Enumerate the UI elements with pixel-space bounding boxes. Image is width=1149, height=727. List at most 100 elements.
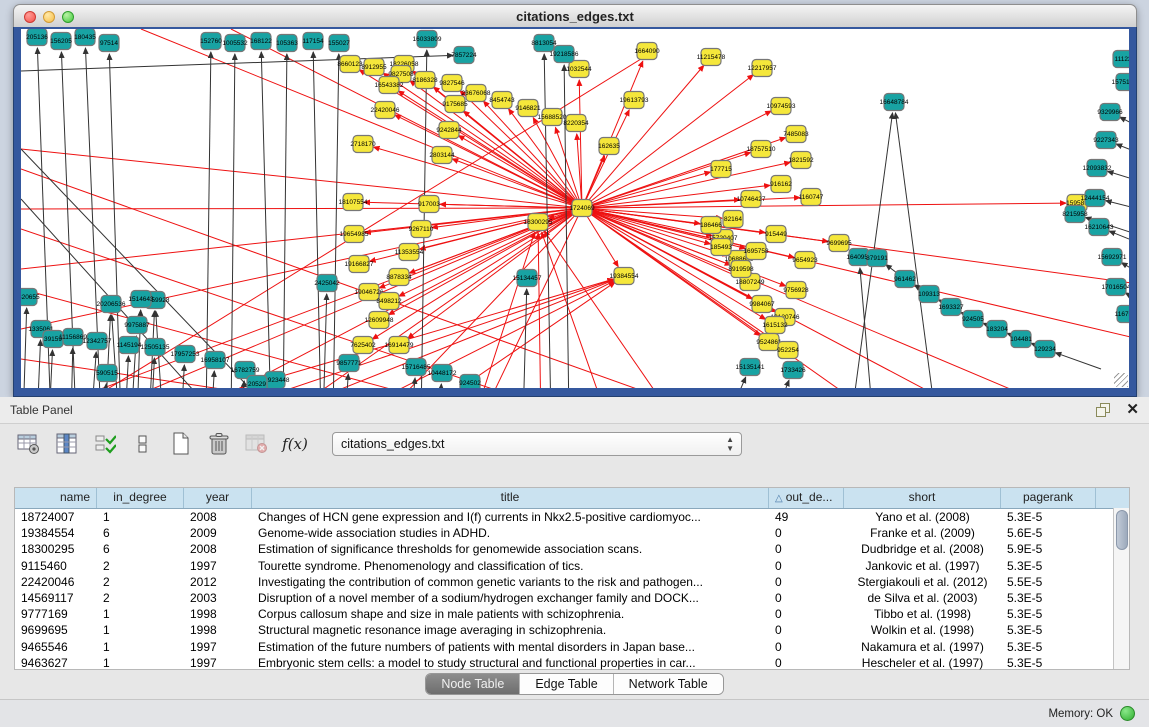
- table-row[interactable]: 1456911722003Disruption of a novel membe…: [15, 590, 1129, 606]
- column-header-out_de[interactable]: △out_de...: [769, 488, 844, 508]
- network-node-teal[interactable]: 15134457: [513, 270, 542, 287]
- network-node-yellow[interactable]: 8919598: [728, 261, 754, 278]
- citation-edge-red[interactable]: [582, 61, 643, 208]
- table-row[interactable]: 1830029562008Estimation of significance …: [15, 541, 1129, 557]
- network-node-teal[interactable]: 129234: [1034, 341, 1056, 358]
- table-cell[interactable]: 0: [769, 606, 844, 622]
- network-node-yellow[interactable]: 8454743: [489, 92, 515, 109]
- citation-edge-black[interactable]: [1108, 171, 1129, 181]
- table-cell[interactable]: 2008: [184, 509, 252, 525]
- table-cell[interactable]: 18724007: [15, 509, 97, 525]
- network-node-teal[interactable]: 105363: [276, 35, 298, 52]
- network-node-yellow[interactable]: 1724069: [569, 200, 595, 217]
- network-node-yellow[interactable]: 916162: [770, 176, 792, 193]
- network-node-teal[interactable]: 879191: [866, 250, 888, 267]
- citation-edge-red[interactable]: [542, 232, 611, 388]
- table-cell[interactable]: 5.3E-5: [1001, 655, 1096, 671]
- table-cell[interactable]: 0: [769, 590, 844, 606]
- network-node-teal[interactable]: 15716485: [402, 359, 431, 376]
- network-node-teal[interactable]: 1167533: [1115, 306, 1129, 323]
- row-height-button[interactable]: [130, 431, 156, 457]
- network-node-teal[interactable]: 183204: [986, 321, 1008, 338]
- citation-edge-black[interactable]: [231, 54, 235, 388]
- table-cell[interactable]: Yano et al. (2008): [844, 509, 1001, 525]
- citation-edge-black[interactable]: [1120, 117, 1129, 127]
- network-node-yellow[interactable]: 8912955: [361, 59, 387, 76]
- table-cell[interactable]: 6: [97, 541, 184, 557]
- column-header-pagerank[interactable]: pagerank: [1001, 488, 1096, 508]
- create-column-button[interactable]: [168, 431, 194, 457]
- network-node-yellow[interactable]: 9699695: [826, 235, 852, 252]
- network-node-teal[interactable]: 16033809: [413, 31, 442, 48]
- network-node-teal[interactable]: 1733426: [780, 362, 806, 379]
- citation-edge-red[interactable]: [544, 231, 681, 388]
- table-cell[interactable]: 1: [97, 655, 184, 671]
- network-node-yellow[interactable]: 9242844: [436, 122, 462, 139]
- table-cell[interactable]: 19384554: [15, 525, 97, 541]
- network-node-teal[interactable]: 12444154: [1081, 190, 1110, 207]
- network-node-yellow[interactable]: 8498212: [376, 293, 402, 310]
- network-node-yellow[interactable]: 9175685: [442, 96, 468, 113]
- network-node-yellow[interactable]: 10974593: [767, 98, 796, 115]
- table-cell[interactable]: 2: [97, 558, 184, 574]
- citation-edge-black[interactable]: [125, 356, 128, 388]
- table-cell[interactable]: 5.3E-5: [1001, 590, 1096, 606]
- table-cell[interactable]: 2008: [184, 541, 252, 557]
- network-node-teal[interactable]: 7857224: [451, 47, 477, 64]
- network-node-yellow[interactable]: 9756928: [783, 282, 809, 299]
- citation-edge-black[interactable]: [323, 294, 327, 388]
- table-cell[interactable]: Tourette syndrome. Phenomenology and cla…: [252, 558, 769, 574]
- table-cell[interactable]: 6: [97, 525, 184, 541]
- table-cell[interactable]: 1997: [184, 558, 252, 574]
- network-node-teal[interactable]: 924502: [459, 375, 481, 389]
- table-cell[interactable]: 5.9E-5: [1001, 541, 1096, 557]
- table-row[interactable]: 946554611997Estimation of the future num…: [15, 639, 1129, 655]
- table-cell[interactable]: 9699695: [15, 622, 97, 638]
- network-node-yellow[interactable]: 7625402: [350, 337, 376, 354]
- table-cell[interactable]: 9777169: [15, 606, 97, 622]
- table-cell[interactable]: 5.3E-5: [1001, 558, 1096, 574]
- table-cell[interactable]: Franke et al. (2009): [844, 525, 1001, 541]
- table-cell[interactable]: 2012: [184, 574, 252, 590]
- network-node-teal[interactable]: 109313: [918, 286, 940, 303]
- network-node-yellow[interactable]: 18757510: [747, 141, 776, 158]
- table-cell[interactable]: 22420046: [15, 574, 97, 590]
- citation-edge-black[interactable]: [1116, 144, 1129, 153]
- network-node-teal[interactable]: 11123: [1113, 51, 1129, 68]
- citation-edge-red[interactable]: [21, 208, 582, 209]
- table-cell[interactable]: 9115460: [15, 558, 97, 574]
- table-cell[interactable]: de Silva et al. (2003): [844, 590, 1001, 606]
- float-panel-icon[interactable]: [1096, 403, 1112, 417]
- citation-edge-black[interactable]: [727, 377, 746, 388]
- network-node-teal[interactable]: 15751074: [1112, 74, 1129, 91]
- table-cell[interactable]: 5.3E-5: [1001, 622, 1096, 638]
- network-node-teal[interactable]: 12342757: [83, 333, 112, 350]
- table-cell[interactable]: Corpus callosum shape and size in male p…: [252, 606, 769, 622]
- network-node-yellow[interactable]: 915449: [765, 226, 787, 243]
- table-cell[interactable]: 0: [769, 574, 844, 590]
- table-cell[interactable]: Estimation of significance thresholds fo…: [252, 541, 769, 557]
- network-node-yellow[interactable]: 11353554: [395, 244, 424, 261]
- network-node-yellow[interactable]: 162635: [598, 138, 620, 155]
- network-node-yellow[interactable]: 1821592: [788, 152, 814, 169]
- column-header-in_degree[interactable]: in_degree: [97, 488, 184, 508]
- network-node-teal[interactable]: 155027: [328, 35, 350, 52]
- table-cell[interactable]: Wolkin et al. (1998): [844, 622, 1001, 638]
- table-row[interactable]: 1872400712008Changes of HCN gene express…: [15, 509, 1129, 525]
- network-node-yellow[interactable]: 19384554: [610, 268, 639, 285]
- network-node-yellow[interactable]: 7485083: [783, 126, 809, 143]
- table-cell[interactable]: 2: [97, 590, 184, 606]
- network-node-teal[interactable]: 8813054: [531, 35, 557, 52]
- network-node-teal[interactable]: 1693327: [938, 299, 964, 316]
- memory-status-indicator[interactable]: [1120, 706, 1135, 721]
- citation-edge-black[interactable]: [895, 113, 936, 388]
- network-node-teal[interactable]: 15135141: [736, 359, 765, 376]
- table-row[interactable]: 1938455462009Genome-wide association stu…: [15, 525, 1129, 541]
- table-cell[interactable]: Dudbridge et al. (2008): [844, 541, 1001, 557]
- citation-edge-black[interactable]: [206, 52, 211, 388]
- network-node-yellow[interactable]: 952254: [777, 342, 799, 359]
- network-node-yellow[interactable]: 22420046: [371, 102, 400, 119]
- tab-network-table[interactable]: Network Table: [614, 674, 723, 694]
- network-node-teal[interactable]: 104481: [1010, 331, 1032, 348]
- network-node-teal[interactable]: 9857771: [336, 355, 362, 372]
